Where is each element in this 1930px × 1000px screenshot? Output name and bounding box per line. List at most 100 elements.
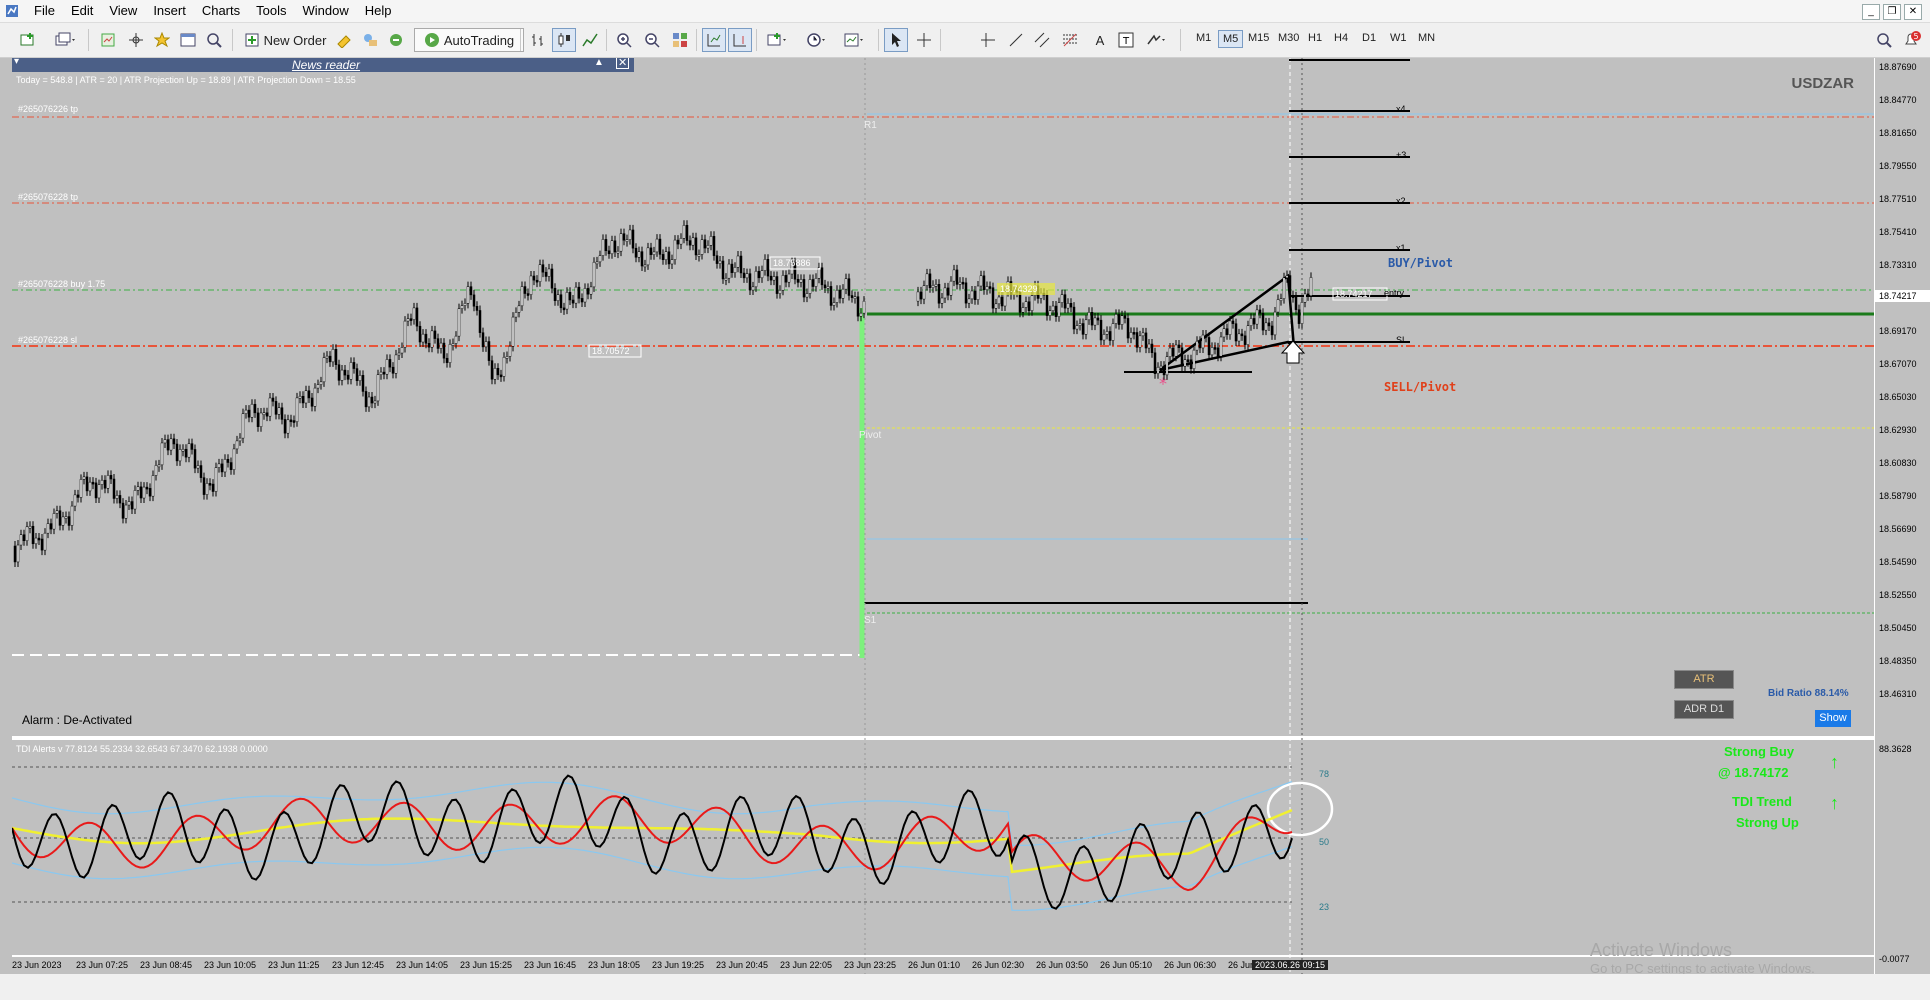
price-axis[interactable]: 18.87690 18.84770 18.81650 18.79550 18.77510… xyxy=(1874,58,1930,974)
candle-body xyxy=(280,407,284,420)
adr-d1-button[interactable]: ADR D1 xyxy=(1674,700,1734,719)
market-icon[interactable] xyxy=(384,28,408,52)
tf-w1[interactable]: W1 xyxy=(1386,30,1411,46)
tf-h4[interactable]: H4 xyxy=(1330,30,1352,46)
menu-edit[interactable]: Edit xyxy=(63,0,101,22)
strategy-tester-icon[interactable] xyxy=(202,28,226,52)
time-axis[interactable]: 23 Jun 2023 23 Jun 07:25 23 Jun 08:45 23 Ju… xyxy=(0,960,1874,976)
autotrading-label: AutoTrading xyxy=(443,32,515,48)
candle-body xyxy=(1111,323,1115,341)
horizontal-line-icon[interactable] xyxy=(976,28,1000,52)
candle-body xyxy=(463,303,467,306)
candle-body xyxy=(706,245,710,249)
candle-body xyxy=(76,494,80,498)
candle-body xyxy=(1246,325,1250,345)
templates-icon[interactable] xyxy=(838,28,872,52)
candle-body xyxy=(262,412,266,415)
candle-body xyxy=(214,467,218,492)
zoom-in-icon[interactable] xyxy=(612,28,636,52)
text-label-icon[interactable]: T xyxy=(1114,28,1138,52)
show-button[interactable]: Show xyxy=(1815,710,1851,727)
price-chart[interactable]: * ▾ News reader ▲ ✕ Today = 548.8 | ATR … xyxy=(12,58,1874,974)
periods-icon[interactable] xyxy=(800,28,834,52)
trendline-icon[interactable] xyxy=(1004,28,1028,52)
candle-body xyxy=(760,270,764,279)
new-order-button[interactable]: New Order xyxy=(242,28,328,52)
news-reader-bar[interactable]: ▾ News reader ▲ ✕ xyxy=(12,58,634,72)
tf-h1[interactable]: H1 xyxy=(1304,30,1326,46)
candle-body xyxy=(409,318,413,321)
candle-body xyxy=(799,279,803,283)
candle-body xyxy=(712,236,716,256)
candle-body xyxy=(568,292,572,301)
navigator-icon[interactable] xyxy=(124,28,148,52)
arrows-icon[interactable] xyxy=(1140,28,1174,52)
candle-body xyxy=(976,285,980,300)
fibonacci-icon[interactable] xyxy=(1058,28,1082,52)
menu-charts[interactable]: Charts xyxy=(194,0,248,22)
notifications-icon[interactable]: 5 xyxy=(1898,28,1926,52)
candle-body xyxy=(1027,301,1031,311)
candle-body xyxy=(454,335,458,344)
market-watch-icon[interactable] xyxy=(96,28,120,52)
channel-icon[interactable] xyxy=(1030,28,1054,52)
menu-help[interactable]: Help xyxy=(357,0,400,22)
price-tag-4: 18.74217 xyxy=(1335,289,1373,299)
zoom-out-icon[interactable] xyxy=(640,28,664,52)
candle-body xyxy=(619,233,623,252)
terminal-icon[interactable] xyxy=(176,28,200,52)
candle-body xyxy=(1141,332,1145,337)
search-icon[interactable] xyxy=(1872,28,1896,52)
collapse-icon[interactable]: ▾ xyxy=(14,58,19,67)
candle-body xyxy=(742,272,746,279)
restore-button[interactable]: ❐ xyxy=(1883,4,1901,20)
ladder-x2-label: x2 xyxy=(1396,196,1406,206)
minimize-button[interactable]: _ xyxy=(1862,4,1880,20)
candle-body xyxy=(1264,322,1268,331)
tf-mn[interactable]: MN xyxy=(1414,30,1439,46)
candle-body xyxy=(559,294,563,309)
signals-icon[interactable] xyxy=(358,28,382,52)
time-axis-label: 23 Jun 23:25 xyxy=(844,960,897,970)
tf-m30[interactable]: M30 xyxy=(1274,30,1303,46)
candle-body xyxy=(394,354,398,374)
tf-m1[interactable]: M1 xyxy=(1192,30,1215,46)
menu-window[interactable]: Window xyxy=(294,0,356,22)
indicators-icon[interactable] xyxy=(762,28,794,52)
profiles-icon[interactable] xyxy=(50,28,82,52)
close-button[interactable]: ✕ xyxy=(1904,4,1922,20)
favorites-icon[interactable] xyxy=(150,28,174,52)
candle-body xyxy=(1075,325,1079,330)
candle-body xyxy=(820,267,824,286)
candle-body xyxy=(229,462,233,470)
menu-tools[interactable]: Tools xyxy=(248,0,294,22)
menu-insert[interactable]: Insert xyxy=(145,0,194,22)
candlestick-icon[interactable] xyxy=(552,28,576,52)
candle-body xyxy=(1153,352,1157,374)
auto-scroll-icon[interactable] xyxy=(702,28,726,52)
candle-body xyxy=(91,481,95,485)
tf-m5[interactable]: M5 xyxy=(1218,30,1244,48)
news-reader-up-icon[interactable]: ▲ xyxy=(594,58,604,68)
tf-m15[interactable]: M15 xyxy=(1244,30,1273,46)
autotrading-button[interactable]: AutoTrading xyxy=(414,28,524,52)
candle-body xyxy=(154,465,158,476)
chart-shift-icon[interactable] xyxy=(728,28,752,52)
candle-body xyxy=(853,296,857,299)
menu-file[interactable]: File xyxy=(26,0,63,22)
tdi-label-23: 23 xyxy=(1319,902,1330,912)
tile-windows-icon[interactable] xyxy=(668,28,692,52)
new-chart-icon[interactable] xyxy=(16,28,40,52)
atr-button[interactable]: ATR xyxy=(1674,670,1734,689)
crosshair-icon[interactable] xyxy=(912,28,936,52)
news-reader-close-icon[interactable]: ✕ xyxy=(616,58,630,69)
menu-view[interactable]: View xyxy=(101,0,145,22)
bar-chart-icon[interactable] xyxy=(526,28,550,52)
cursor-icon[interactable] xyxy=(884,28,908,52)
metaeditor-icon[interactable] xyxy=(332,28,356,52)
candle-body xyxy=(1285,275,1289,279)
price-axis-label: 18.56690 xyxy=(1879,524,1917,534)
line-chart-icon[interactable] xyxy=(578,28,602,52)
text-icon[interactable]: A xyxy=(1088,28,1112,52)
tf-d1[interactable]: D1 xyxy=(1358,30,1380,46)
